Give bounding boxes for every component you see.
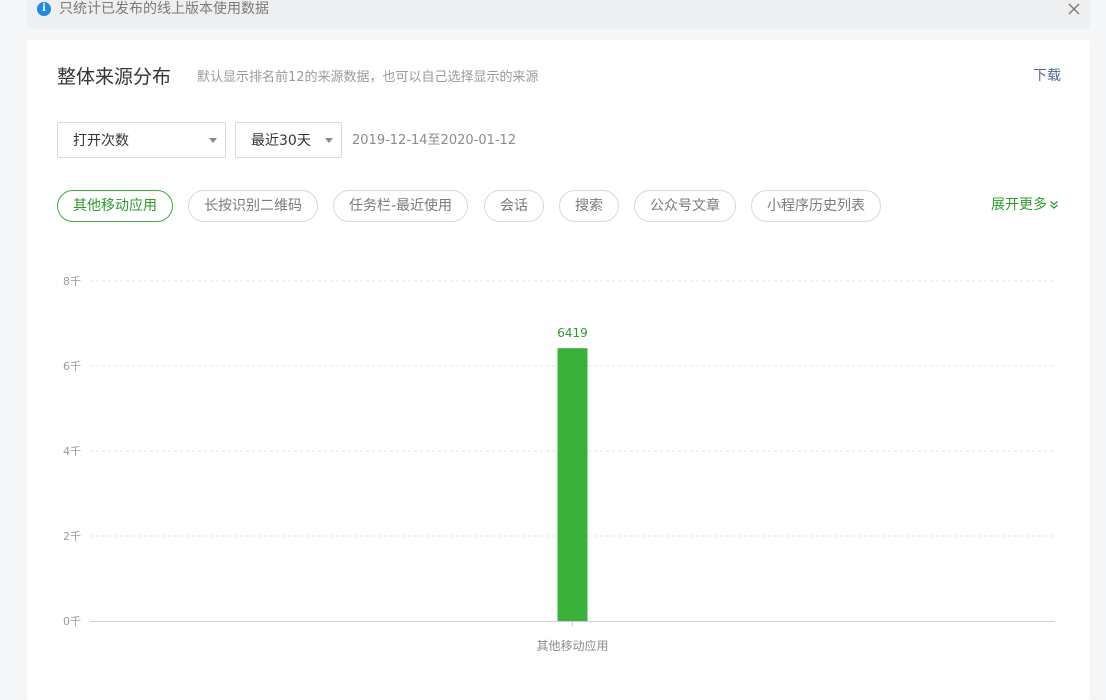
- notice-bar: i 只统计已发布的线上版本使用数据: [27, 0, 1090, 29]
- bar: [557, 348, 588, 621]
- y-tick-label: 2千: [63, 530, 81, 543]
- notice-text: 只统计已发布的线上版本使用数据: [59, 1, 269, 17]
- close-icon[interactable]: [1066, 1, 1082, 17]
- bar-data-label: 6419: [557, 326, 588, 340]
- y-tick-label: 4千: [63, 445, 81, 458]
- y-tick-label: 0千: [63, 615, 81, 628]
- y-tick-label: 6千: [63, 360, 81, 373]
- info-icon: i: [37, 2, 51, 16]
- y-tick-label: 8千: [63, 275, 81, 288]
- source-distribution-card: 整体来源分布 默认显示排名前12的来源数据，也可以自己选择显示的来源 下载 打开…: [27, 40, 1090, 700]
- source-bar-chart: 0千 2千 4千 6千 8千 6419 其他移动应用: [63, 275, 1055, 653]
- x-tick-label: 其他移动应用: [536, 638, 608, 653]
